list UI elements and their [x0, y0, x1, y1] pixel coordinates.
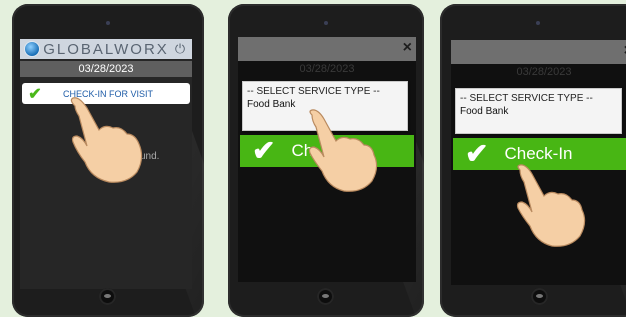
close-icon[interactable]: ×: [403, 39, 412, 57]
option-food-bank[interactable]: Food Bank: [456, 104, 621, 117]
screen-3: × 03/28/2023 -- SELECT SERVICE TYPE -- F…: [451, 40, 626, 285]
tablet-frame-1: GLOBALWORX ⏻ 03/28/2023 ✔ CHECK-IN FOR V…: [12, 4, 204, 317]
camera-icon: [106, 21, 110, 25]
tap-hand-icon: [308, 109, 378, 192]
home-button[interactable]: [99, 288, 116, 305]
tap-hand-icon: [516, 164, 586, 247]
dimmed-date: 03/28/2023: [516, 66, 572, 78]
dimmed-header: ×: [238, 37, 416, 61]
tablet-frame-2: × 03/28/2023 -- SELECT SERVICE TYPE -- F…: [228, 4, 424, 317]
checkin-button-label: Check-In: [504, 144, 573, 163]
app-header: GLOBALWORX ⏻: [20, 39, 192, 59]
power-icon[interactable]: ⏻: [172, 41, 188, 57]
home-button[interactable]: [317, 288, 334, 305]
camera-icon: [324, 21, 328, 25]
checkmark-icon: ✔: [465, 138, 489, 169]
app-title: GLOBALWORX: [43, 40, 169, 58]
checkmark-icon: ✔: [252, 135, 276, 166]
dropdown-placeholder: -- SELECT SERVICE TYPE --: [460, 93, 593, 104]
dimmed-date: 03/28/2023: [299, 63, 355, 75]
globe-icon: [24, 41, 40, 57]
camera-icon: [536, 21, 540, 25]
date-bar: 03/28/2023: [20, 61, 192, 77]
home-button[interactable]: [531, 288, 548, 305]
tablet-frame-3: × 03/28/2023 -- SELECT SERVICE TYPE -- F…: [440, 4, 626, 317]
dimmed-header: ×: [451, 40, 626, 64]
tap-hand-icon: [70, 97, 143, 183]
service-type-dropdown[interactable]: -- SELECT SERVICE TYPE -- Food Bank: [455, 88, 622, 134]
checkmark-icon: ✔: [28, 85, 42, 103]
dropdown-placeholder: -- SELECT SERVICE TYPE --: [247, 86, 380, 97]
